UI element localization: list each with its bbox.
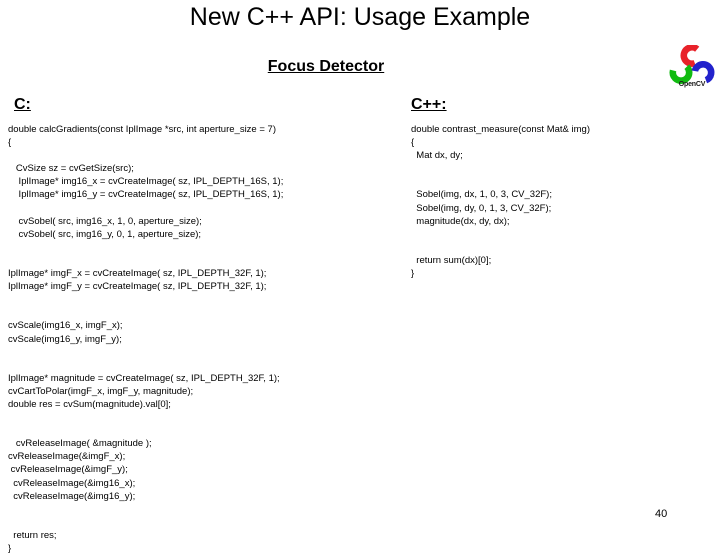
code-line: { bbox=[411, 137, 415, 149]
code-line: magnitude(dx, dy, dx); bbox=[411, 215, 510, 227]
code-line: double contrast_measure(const Mat& img) bbox=[411, 124, 590, 135]
code-line: cvScale(img16_x, imgF_x); bbox=[8, 320, 123, 332]
code-line: return res; bbox=[8, 529, 57, 541]
opencv-wordmark: OpenCV bbox=[678, 81, 706, 88]
code-line: cvReleaseImage(&imgF_x); bbox=[8, 451, 126, 463]
code-line: } bbox=[411, 268, 415, 280]
code-line: IplImage* img16_x = cvCreateImage( sz, I… bbox=[8, 176, 284, 188]
code-line: cvSobel( src, img16_x, 1, 0, aperture_si… bbox=[8, 215, 202, 227]
code-line: IplImage* imgF_x = cvCreateImage( sz, IP… bbox=[8, 268, 267, 280]
code-line: cvCartToPolar(imgF_x, imgF_y, magnitude)… bbox=[8, 385, 194, 397]
code-line: cvReleaseImage(&img16_x); bbox=[8, 477, 136, 489]
code-line: IplImage* imgF_y = cvCreateImage( sz, IP… bbox=[8, 281, 267, 293]
column-header-cpp: C++: bbox=[411, 96, 447, 113]
code-block-cpp: double contrast_measure(const Mat& img) {… bbox=[411, 123, 711, 280]
code-line: } bbox=[8, 543, 12, 554]
code-line: cvScale(img16_y, imgF_y); bbox=[8, 333, 122, 345]
code-line: CvSize sz = cvGetSize(src); bbox=[8, 163, 134, 175]
code-line: Sobel(img, dx, 1, 0, 3, CV_32F); bbox=[411, 189, 552, 201]
code-line: double res = cvSum(magnitude).val[0]; bbox=[8, 398, 171, 410]
code-block-c: double calcGradients(const IplImage *src… bbox=[8, 123, 398, 555]
code-line: Sobel(img, dy, 0, 1, 3, CV_32F); bbox=[411, 202, 552, 214]
code-line: IplImage* img16_y = cvCreateImage( sz, I… bbox=[8, 189, 284, 201]
column-header-c: C: bbox=[14, 96, 31, 113]
code-line: { bbox=[8, 137, 12, 149]
logo-ring-blue bbox=[691, 61, 715, 85]
page-title: New C++ API: Usage Example bbox=[189, 3, 531, 31]
page-number: 40 bbox=[655, 508, 668, 520]
code-line: cvReleaseImage(&img16_y); bbox=[8, 490, 136, 502]
code-line: IplImage* magnitude = cvCreateImage( sz,… bbox=[8, 372, 280, 384]
code-line: cvReleaseImage( &magnitude ); bbox=[8, 438, 152, 450]
code-line: cvSobel( src, img16_y, 0, 1, aperture_si… bbox=[8, 228, 202, 240]
slide-subtitle: Focus Detector bbox=[267, 58, 385, 75]
code-line: return sum(dx)[0]; bbox=[411, 254, 492, 266]
code-line: cvReleaseImage(&imgF_y); bbox=[8, 464, 128, 476]
code-line: double calcGradients(const IplImage *src… bbox=[8, 124, 276, 135]
code-line: Mat dx, dy; bbox=[411, 150, 463, 162]
